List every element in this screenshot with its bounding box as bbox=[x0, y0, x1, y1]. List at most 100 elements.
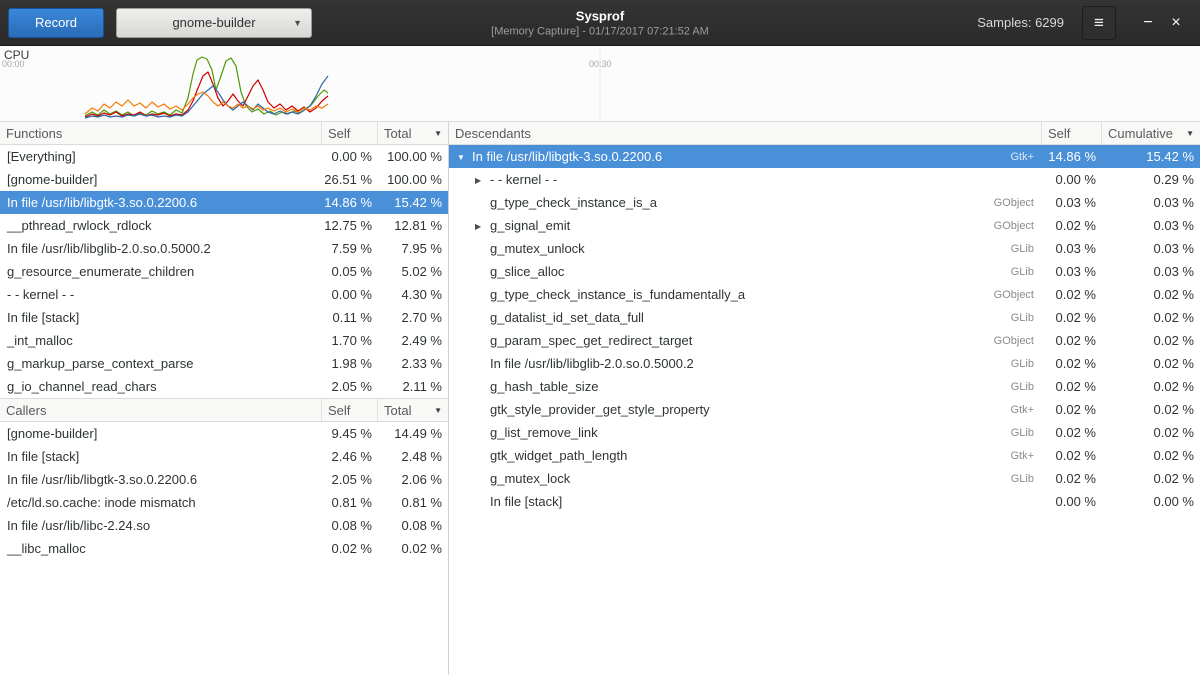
self-value: 0.03 % bbox=[1042, 241, 1102, 256]
table-row[interactable]: g_hash_table_sizeGLib0.02 %0.02 % bbox=[449, 375, 1200, 398]
table-row[interactable]: g_datalist_id_set_data_fullGLib0.02 %0.0… bbox=[449, 306, 1200, 329]
samples-count: Samples: 6299 bbox=[977, 15, 1064, 30]
table-row[interactable]: [gnome-builder]9.45 %14.49 % bbox=[0, 422, 448, 445]
total-value: 14.49 % bbox=[378, 426, 448, 441]
table-row[interactable]: In file [stack]0.11 %2.70 % bbox=[0, 306, 448, 329]
table-row[interactable]: g_resource_enumerate_children0.05 %5.02 … bbox=[0, 260, 448, 283]
chevron-down-icon: ▼ bbox=[293, 18, 302, 28]
left-panel: Functions Self Total ▼ [Everything]0.00 … bbox=[0, 121, 449, 675]
table-row[interactable]: In file /usr/lib/libc-2.24.so0.08 %0.08 … bbox=[0, 514, 448, 537]
functions-total-column-header[interactable]: Total ▼ bbox=[378, 122, 448, 144]
cumulative-value: 0.03 % bbox=[1102, 195, 1200, 210]
table-row[interactable]: In file [stack]2.46 %2.48 % bbox=[0, 445, 448, 468]
self-value: 0.00 % bbox=[322, 287, 378, 302]
table-row[interactable]: _int_malloc1.70 %2.49 % bbox=[0, 329, 448, 352]
sort-descending-icon: ▼ bbox=[430, 129, 442, 138]
caller-name: [gnome-builder] bbox=[0, 426, 322, 441]
table-row[interactable]: In file /usr/lib/libgtk-3.so.0.2200.614.… bbox=[0, 191, 448, 214]
process-selector-dropdown[interactable]: gnome-builder ▼ bbox=[116, 8, 312, 38]
table-row[interactable]: g_param_spec_get_redirect_targetGObject0… bbox=[449, 329, 1200, 352]
cumulative-value: 15.42 % bbox=[1102, 149, 1200, 164]
descendants-column-header[interactable]: Descendants bbox=[449, 122, 1042, 144]
cumulative-value: 0.02 % bbox=[1102, 379, 1200, 394]
caller-name: In file [stack] bbox=[0, 449, 322, 464]
table-row[interactable]: g_mutex_unlockGLib0.03 %0.03 % bbox=[449, 237, 1200, 260]
function-name: In file /usr/lib/libgtk-3.so.0.2200.6 bbox=[0, 195, 322, 210]
menu-button[interactable]: ≡ bbox=[1082, 6, 1116, 40]
record-button[interactable]: Record bbox=[8, 8, 104, 38]
table-row[interactable]: g_type_check_instance_is_aGObject0.03 %0… bbox=[449, 191, 1200, 214]
library-tag: GLib bbox=[980, 381, 1042, 393]
title-block: Sysprof [Memory Capture] - 01/17/2017 07… bbox=[491, 8, 709, 37]
close-button[interactable]: × bbox=[1162, 9, 1190, 37]
descendants-self-column-header[interactable]: Self bbox=[1042, 122, 1102, 144]
expand-icon[interactable]: ▶ bbox=[475, 176, 490, 185]
collapse-icon[interactable]: ▼ bbox=[457, 153, 472, 162]
table-row[interactable]: g_slice_allocGLib0.03 %0.03 % bbox=[449, 260, 1200, 283]
expand-icon[interactable]: ▶ bbox=[475, 222, 490, 231]
cumulative-value: 0.02 % bbox=[1102, 471, 1200, 486]
descendant-name: g_datalist_id_set_data_full bbox=[449, 310, 980, 325]
function-name: [gnome-builder] bbox=[0, 172, 322, 187]
callers-table-header: Callers Self Total ▼ bbox=[0, 398, 448, 422]
cpu-graph-area[interactable]: CPU 00:00 00:30 bbox=[0, 46, 1200, 121]
table-row[interactable]: In file /usr/lib/libglib-2.0.so.0.5000.2… bbox=[449, 352, 1200, 375]
table-row[interactable]: g_io_channel_read_chars2.05 %2.11 % bbox=[0, 375, 448, 398]
descendant-name: g_list_remove_link bbox=[449, 425, 980, 440]
table-row[interactable]: g_list_remove_linkGLib0.02 %0.02 % bbox=[449, 421, 1200, 444]
library-tag: Gtk+ bbox=[980, 450, 1042, 462]
self-value: 0.02 % bbox=[1042, 379, 1102, 394]
self-value: 0.02 % bbox=[1042, 471, 1102, 486]
table-row[interactable]: [gnome-builder]26.51 %100.00 % bbox=[0, 168, 448, 191]
table-row[interactable]: __pthread_rwlock_rdlock12.75 %12.81 % bbox=[0, 214, 448, 237]
self-value: 0.02 % bbox=[1042, 402, 1102, 417]
self-value: 0.02 % bbox=[1042, 310, 1102, 325]
table-row[interactable]: ▶- - kernel - -0.00 %0.29 % bbox=[449, 168, 1200, 191]
self-value: 14.86 % bbox=[1042, 149, 1102, 164]
main-content: Functions Self Total ▼ [Everything]0.00 … bbox=[0, 121, 1200, 675]
close-icon: × bbox=[1171, 14, 1180, 32]
function-name: g_markup_parse_context_parse bbox=[0, 356, 322, 371]
cumulative-value: 0.29 % bbox=[1102, 172, 1200, 187]
descendant-name: gtk_widget_path_length bbox=[449, 448, 980, 463]
callers-self-column-header[interactable]: Self bbox=[322, 399, 378, 421]
table-row[interactable]: - - kernel - -0.00 %4.30 % bbox=[0, 283, 448, 306]
function-name: [Everything] bbox=[0, 149, 322, 164]
total-value: 2.06 % bbox=[378, 472, 448, 487]
cpu-series-blue bbox=[85, 76, 328, 118]
cpu-graph-svg bbox=[0, 46, 1200, 121]
table-row[interactable]: gtk_widget_path_lengthGtk+0.02 %0.02 % bbox=[449, 444, 1200, 467]
table-row[interactable]: ▶g_signal_emitGObject0.02 %0.03 % bbox=[449, 214, 1200, 237]
descendant-name: g_param_spec_get_redirect_target bbox=[449, 333, 980, 348]
table-row[interactable]: ▼In file /usr/lib/libgtk-3.so.0.2200.6Gt… bbox=[449, 145, 1200, 168]
table-row[interactable]: /etc/ld.so.cache: inode mismatch0.81 %0.… bbox=[0, 491, 448, 514]
self-value: 0.02 % bbox=[1042, 333, 1102, 348]
cpu-series-orange bbox=[85, 92, 328, 114]
cumulative-value: 0.02 % bbox=[1102, 310, 1200, 325]
cumulative-value: 0.03 % bbox=[1102, 264, 1200, 279]
total-value: 2.48 % bbox=[378, 449, 448, 464]
table-row[interactable]: __libc_malloc0.02 %0.02 % bbox=[0, 537, 448, 560]
header-bar: Record gnome-builder ▼ Sysprof [Memory C… bbox=[0, 0, 1200, 46]
callers-column-header[interactable]: Callers bbox=[0, 399, 322, 421]
table-row[interactable]: g_markup_parse_context_parse1.98 %2.33 % bbox=[0, 352, 448, 375]
functions-column-header[interactable]: Functions bbox=[0, 122, 322, 144]
time-label-mid: 00:30 bbox=[589, 59, 612, 69]
functions-self-column-header[interactable]: Self bbox=[322, 122, 378, 144]
total-value: 100.00 % bbox=[378, 172, 448, 187]
table-row[interactable]: In file [stack]0.00 %0.00 % bbox=[449, 490, 1200, 513]
callers-total-column-header[interactable]: Total ▼ bbox=[378, 399, 448, 421]
self-value: 7.59 % bbox=[322, 241, 378, 256]
table-row[interactable]: gtk_style_provider_get_style_propertyGtk… bbox=[449, 398, 1200, 421]
table-row[interactable]: [Everything]0.00 %100.00 % bbox=[0, 145, 448, 168]
table-row[interactable]: In file /usr/lib/libglib-2.0.so.0.5000.2… bbox=[0, 237, 448, 260]
table-row[interactable]: g_type_check_instance_is_fundamentally_a… bbox=[449, 283, 1200, 306]
caller-name: __libc_malloc bbox=[0, 541, 322, 556]
minimize-button[interactable]: − bbox=[1134, 9, 1162, 37]
self-value: 12.75 % bbox=[322, 218, 378, 233]
sysprof-window: Record gnome-builder ▼ Sysprof [Memory C… bbox=[0, 0, 1200, 675]
table-row[interactable]: g_mutex_lockGLib0.02 %0.02 % bbox=[449, 467, 1200, 490]
table-row[interactable]: In file /usr/lib/libgtk-3.so.0.2200.62.0… bbox=[0, 468, 448, 491]
cpu-series-green bbox=[85, 57, 328, 116]
descendants-cumulative-column-header[interactable]: Cumulative ▼ bbox=[1102, 122, 1200, 144]
